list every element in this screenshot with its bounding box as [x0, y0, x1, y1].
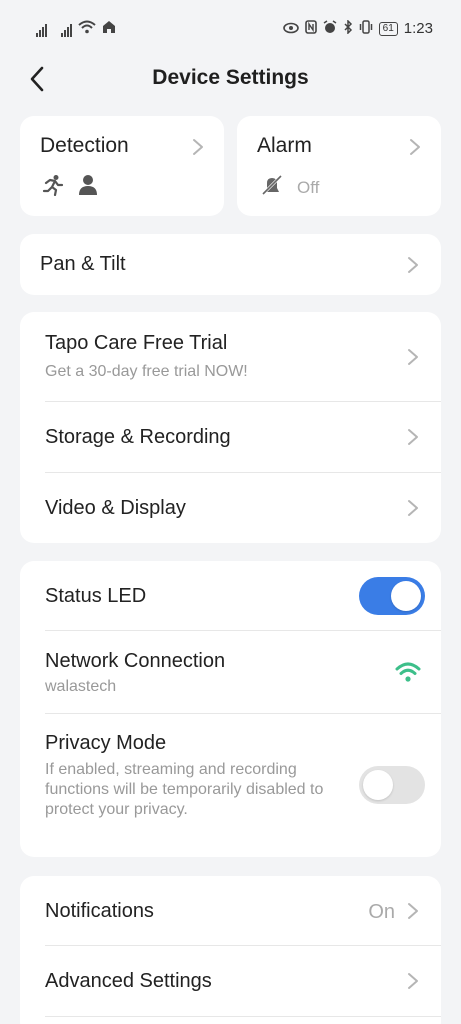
- chevron-right-icon: [407, 348, 419, 366]
- chevron-right-icon: [192, 138, 204, 156]
- eye-icon: [282, 21, 299, 37]
- storage-recording-row[interactable]: Storage & Recording: [20, 402, 441, 472]
- nfc-icon: [304, 20, 317, 37]
- network-connection-row[interactable]: Network Connection walastech: [20, 631, 441, 713]
- chevron-right-icon: [407, 428, 419, 446]
- status-led-label: Status LED: [45, 585, 147, 607]
- detection-tile[interactable]: Detection: [20, 116, 224, 216]
- wifi-status-icon: [78, 20, 96, 37]
- motion-running-icon: [42, 174, 64, 201]
- device-controls-card: Status LED Network Connection walastech …: [20, 561, 441, 857]
- toggle-knob: [363, 770, 393, 800]
- tapo-care-subtitle: Get a 30-day free trial NOW!: [45, 363, 248, 380]
- chevron-right-icon: [407, 499, 419, 517]
- home-status-icon: [102, 20, 116, 37]
- pan-tilt-label: Pan & Tilt: [40, 253, 126, 275]
- advanced-settings-row[interactable]: Advanced Settings: [20, 946, 441, 1016]
- privacy-mode-label: Privacy Mode: [45, 732, 167, 754]
- video-display-row[interactable]: Video & Display: [20, 473, 441, 543]
- privacy-mode-description: If enabled, streaming and recording func…: [45, 761, 324, 818]
- chevron-right-icon: [409, 138, 421, 156]
- alarm-clock-icon: [323, 20, 337, 37]
- person-icon: [78, 174, 98, 201]
- bluetooth-icon: [343, 19, 353, 37]
- media-settings-card: Tapo Care Free Trial Get a 30-day free t…: [20, 312, 441, 543]
- privacy-mode-toggle[interactable]: [359, 766, 425, 804]
- advanced-settings-label: Advanced Settings: [45, 970, 212, 992]
- toggle-knob: [391, 581, 421, 611]
- status-right-icons: 61 1:23: [282, 19, 433, 37]
- chevron-right-icon: [407, 902, 419, 920]
- chevron-right-icon: [407, 972, 419, 990]
- alarm-status-text: Off: [297, 177, 320, 197]
- notifications-row[interactable]: Notifications On: [20, 876, 441, 945]
- storage-recording-label: Storage & Recording: [45, 426, 231, 448]
- chevron-right-icon: [407, 256, 419, 274]
- privacy-mode-row: Privacy Mode If enabled, streaming and r…: [20, 714, 441, 857]
- app-header: Device Settings: [0, 56, 461, 104]
- network-ssid: walastech: [45, 678, 117, 695]
- video-display-label: Video & Display: [45, 497, 186, 519]
- status-led-row: Status LED: [20, 561, 441, 630]
- detection-label: Detection: [40, 134, 129, 157]
- status-time: 1:23: [403, 20, 433, 37]
- vibrate-icon: [359, 20, 373, 37]
- status-left-icons: [36, 20, 116, 37]
- status-led-toggle[interactable]: [359, 577, 425, 615]
- page-title: Device Settings: [152, 66, 309, 89]
- status-bar: 61 1:23: [0, 0, 461, 56]
- tapo-care-label: Tapo Care Free Trial: [45, 332, 228, 354]
- wifi-signal-icon: [395, 661, 421, 688]
- system-settings-card: Notifications On Advanced Settings: [20, 876, 441, 1024]
- cell-signal-1-icon: [36, 23, 47, 37]
- alarm-label: Alarm: [257, 134, 312, 157]
- alarm-off-icon: [261, 174, 283, 201]
- alarm-status: Off: [261, 174, 319, 201]
- cell-signal-2-icon: [61, 23, 72, 37]
- pan-tilt-row[interactable]: Pan & Tilt: [20, 234, 441, 295]
- battery-icon: 61: [378, 21, 398, 36]
- alarm-tile[interactable]: Alarm Off: [237, 116, 441, 216]
- detection-icons: [42, 174, 98, 201]
- notifications-label: Notifications: [45, 900, 154, 922]
- tapo-care-row[interactable]: Tapo Care Free Trial Get a 30-day free t…: [20, 312, 441, 401]
- network-connection-label: Network Connection: [45, 650, 226, 672]
- divider: [45, 1016, 441, 1017]
- notifications-value: On: [368, 901, 395, 923]
